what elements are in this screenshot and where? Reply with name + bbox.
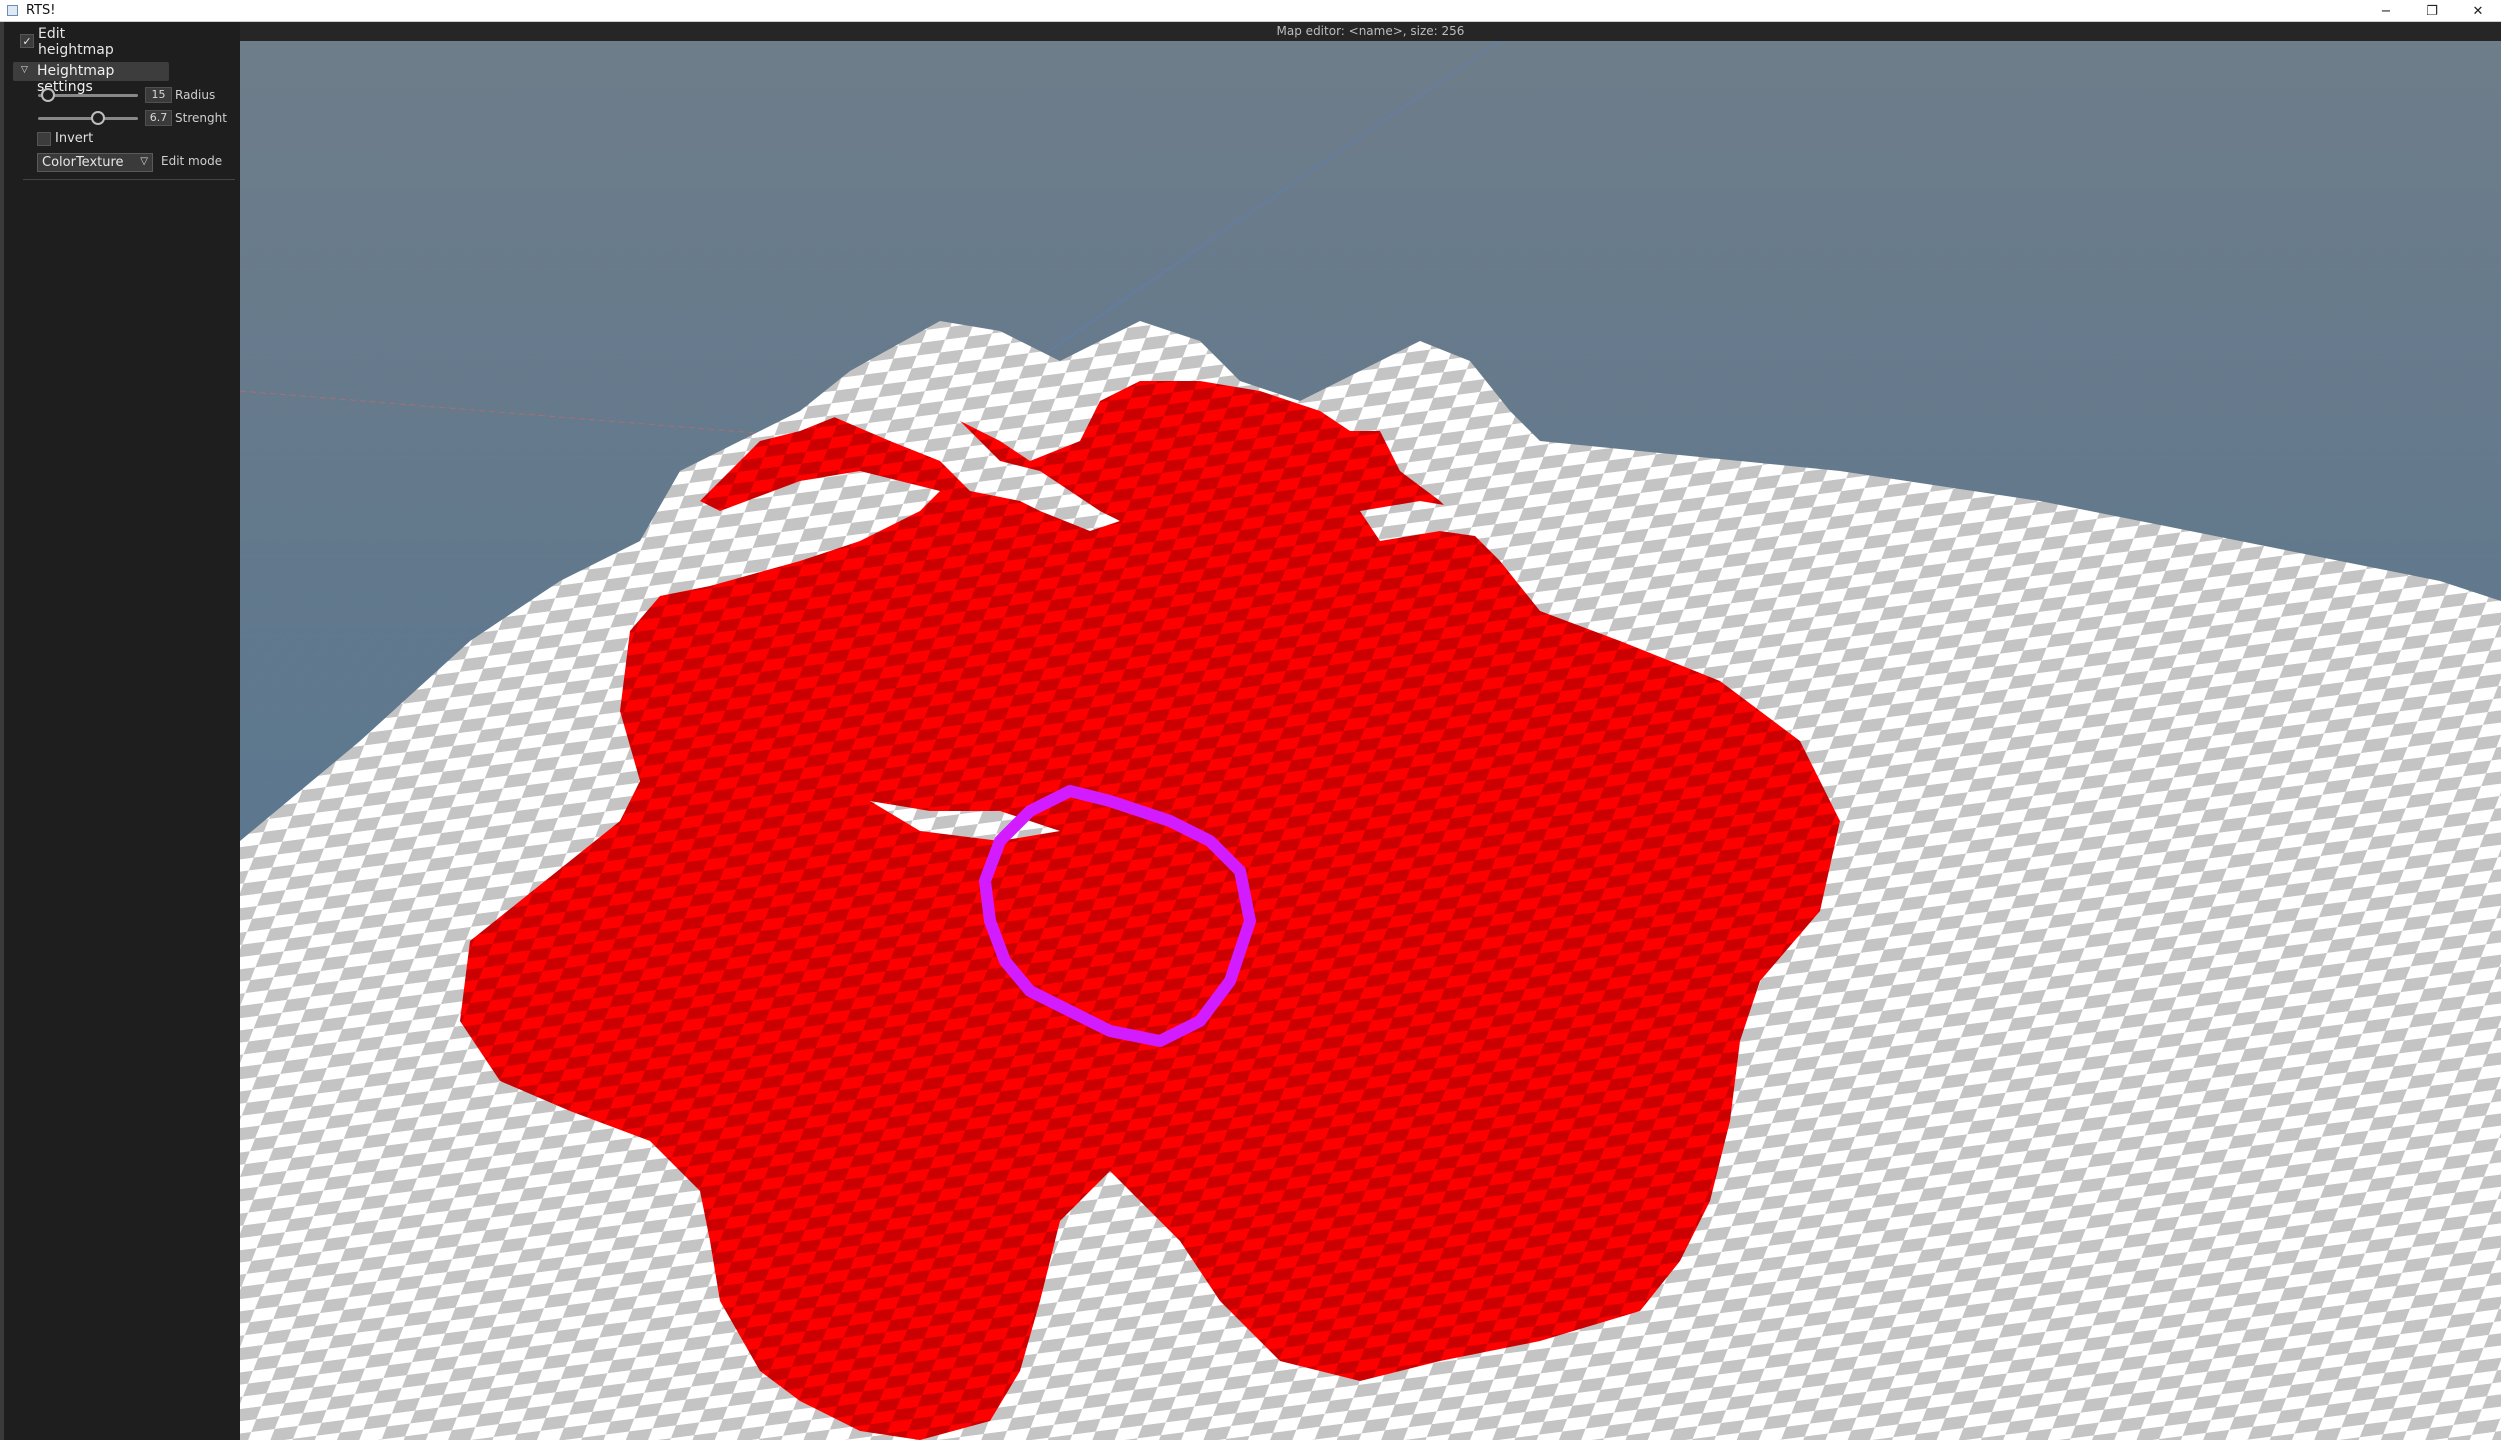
edit-mode-select[interactable]: ColorTexture ▽: [37, 153, 153, 172]
strength-label: Strenght: [175, 111, 227, 125]
invert-label: Invert: [55, 131, 94, 146]
strength-slider-handle[interactable]: [91, 111, 105, 125]
invert-checkbox[interactable]: [37, 132, 51, 146]
radius-slider-handle[interactable]: [41, 88, 55, 102]
close-button[interactable]: ✕: [2455, 0, 2501, 22]
map-viewport[interactable]: [240, 41, 2501, 1440]
edit-heightmap-label: Edit heightmap: [38, 26, 114, 58]
terrain-render[interactable]: [240, 41, 2501, 1440]
radius-label: Radius: [175, 88, 216, 102]
checkmark-icon: ✓: [22, 34, 32, 48]
window-titlebar: RTS! − ❐ ✕: [0, 0, 2501, 22]
dropdown-arrow-icon: ▽: [140, 156, 148, 167]
edit-heightmap-checkbox[interactable]: ✓: [20, 34, 34, 48]
sidebar-divider: [23, 179, 235, 180]
viewport-header: Map editor: <name>, size: 256: [240, 22, 2501, 41]
minimize-button[interactable]: −: [2363, 0, 2409, 22]
collapse-arrow-icon: ▽: [21, 65, 28, 75]
window-title: RTS!: [26, 3, 56, 18]
edit-mode-value: ColorTexture: [42, 155, 124, 170]
radius-slider[interactable]: [38, 88, 138, 102]
edit-mode-label: Edit mode: [161, 154, 223, 168]
restore-button[interactable]: ❐: [2409, 0, 2455, 22]
strength-value[interactable]: 6.7: [145, 110, 172, 126]
radius-value[interactable]: 15: [145, 87, 172, 103]
heightmap-settings-header[interactable]: ▽ Heightmap settings: [13, 62, 169, 95]
strength-slider[interactable]: [38, 111, 138, 125]
workspace: ✓ Edit heightmap ▽ Heightmap settings 15…: [0, 22, 2501, 1440]
editor-sidebar: ✓ Edit heightmap ▽ Heightmap settings 15…: [4, 22, 240, 1440]
viewport-title: Map editor: <name>, size: 256: [1276, 24, 1465, 38]
app-window-icon: [7, 5, 18, 16]
